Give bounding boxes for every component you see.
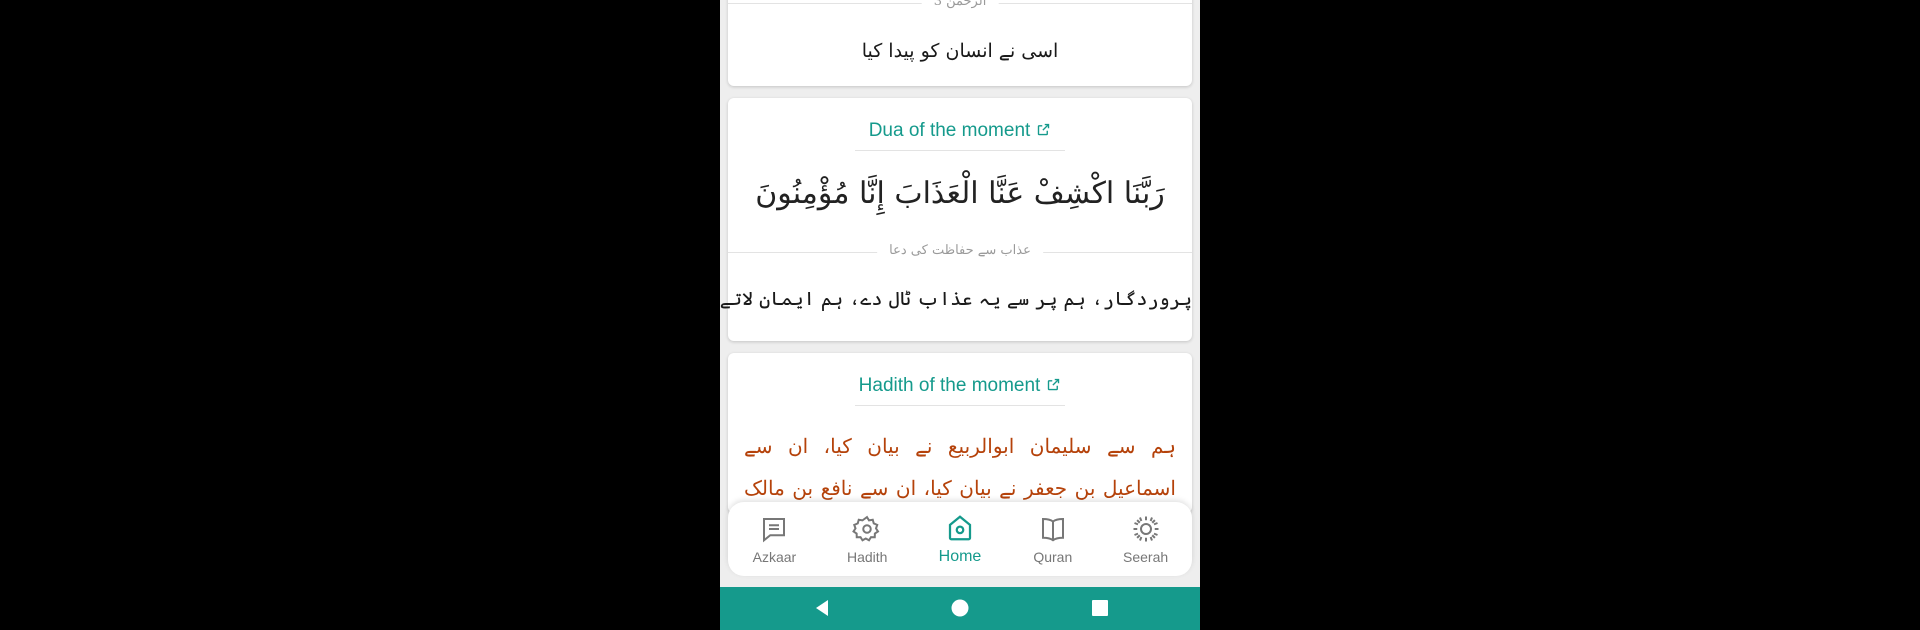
bottom-navigation: Azkaar Hadith Home Quran Seerah [728, 502, 1192, 576]
dua-title-underline [855, 150, 1065, 151]
verse-reference: الرحمن 3 [921, 0, 999, 9]
nav-item-seerah[interactable]: Seerah [1099, 502, 1192, 576]
verse-translation: اسی نے انسان کو پیدا کیا [861, 40, 1059, 62]
back-icon[interactable] [811, 597, 833, 619]
nav-label-home: Home [938, 547, 982, 565]
nav-label-azkaar: Azkaar [752, 548, 797, 565]
hadith-title-underline [855, 405, 1065, 406]
external-link-icon[interactable] [1036, 122, 1051, 137]
dua-translation: پروردگار، ہم پر سے یہ عذاب ٹال دے، ہم ای… [720, 288, 1192, 310]
book-icon [1041, 517, 1064, 541]
nav-item-azkaar[interactable]: Azkaar [728, 502, 821, 576]
hadith-title-text: Hadith of the moment [858, 375, 1041, 396]
azkaar-icon [763, 517, 786, 542]
external-link-icon[interactable] [1046, 377, 1061, 392]
app-screen: الرحمن 3 اسی نے انسان کو پیدا کیا Dua of… [720, 0, 1200, 630]
nav-label-hadith: Hadith [846, 548, 888, 565]
nav-item-quran[interactable]: Quran [1006, 502, 1099, 576]
hadith-text: ہم سے سلیمان ابوالربیع نے بیان کیا، ان س… [744, 434, 1176, 500]
dua-title[interactable]: Dua of the moment [728, 120, 1192, 142]
dua-arabic: رَبَّنَا اكْشِفْ عَنَّا الْعَذَابَ إِنَّ… [755, 176, 1165, 211]
sun-icon [1133, 516, 1159, 541]
nav-label-seerah: Seerah [1123, 548, 1169, 565]
nav-label-quran: Quran [1033, 548, 1073, 565]
recents-icon[interactable] [1089, 597, 1111, 619]
dua-subtitle: عذاب سے حفاظت کی دعا [877, 243, 1043, 258]
hadith-card[interactable]: Hadith of the moment ہم سے سلیمان ابوالر… [728, 353, 1192, 513]
dua-title-text: Dua of the moment [868, 120, 1031, 141]
nav-item-home[interactable]: Home [914, 502, 1007, 576]
verse-card[interactable]: الرحمن 3 اسی نے انسان کو پیدا کیا [728, 0, 1192, 86]
home-icon [948, 514, 972, 540]
system-navigation-bar [720, 587, 1200, 630]
hadith-title[interactable]: Hadith of the moment [728, 375, 1192, 397]
nav-item-hadith[interactable]: Hadith [821, 502, 914, 576]
gear-icon [852, 515, 880, 542]
home-circle-icon[interactable] [949, 597, 971, 619]
dua-card[interactable]: Dua of the moment رَبَّنَا اكْشِفْ عَنَّ… [720, 98, 1192, 341]
